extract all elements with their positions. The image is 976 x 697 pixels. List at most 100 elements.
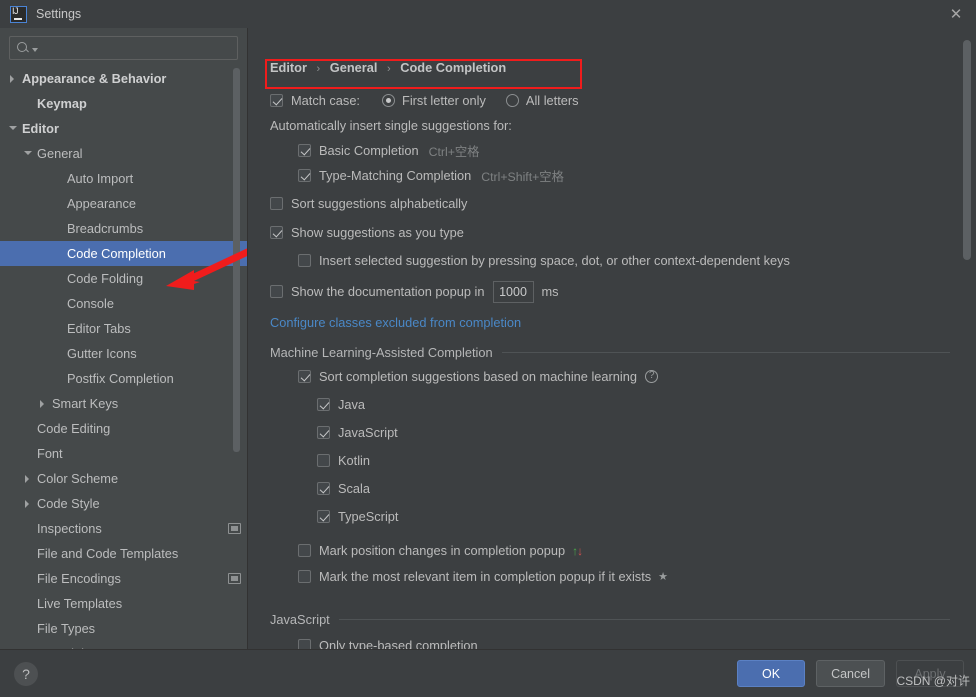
sort-alphabetically-row[interactable]: Sort suggestions alphabetically <box>270 191 950 216</box>
ml-language-checkbox-kotlin[interactable] <box>317 454 330 467</box>
ml-language-row-java[interactable]: Java <box>317 392 950 417</box>
chevron-right-icon[interactable] <box>8 73 19 84</box>
mark-relevant-checkbox[interactable] <box>298 570 311 583</box>
sidebar-item-general[interactable]: General <box>0 141 247 166</box>
doc-popup-checkbox[interactable] <box>270 285 283 298</box>
chevron-right-icon[interactable] <box>23 473 34 484</box>
ml-language-checkbox-java[interactable] <box>317 398 330 411</box>
help-icon[interactable] <box>645 370 658 383</box>
sidebar-item-appearance[interactable]: Appearance <box>0 191 247 216</box>
ml-language-label: Kotlin <box>338 453 371 468</box>
ok-button[interactable]: OK <box>737 660 806 687</box>
sidebar-item-label: File Encodings <box>37 571 121 586</box>
sort-ml-row[interactable]: Sort completion suggestions based on mac… <box>298 364 950 389</box>
sidebar-item-code-style[interactable]: Code Style <box>0 491 247 516</box>
sort-ml-checkbox[interactable] <box>298 370 311 383</box>
first-letter-only-radio-group[interactable]: First letter only <box>382 93 486 108</box>
chevron-down-icon[interactable] <box>23 148 34 159</box>
insert-on-keys-row[interactable]: Insert selected suggestion by pressing s… <box>298 248 950 273</box>
basic-completion-checkbox[interactable] <box>298 144 311 157</box>
only-type-based-checkbox[interactable] <box>298 639 311 649</box>
ml-language-checkbox-javascript[interactable] <box>317 426 330 439</box>
chevron-right-icon[interactable] <box>38 398 49 409</box>
settings-content: Editor › General › Code Completion Match… <box>248 28 976 649</box>
sidebar-item-postfix-completion[interactable]: Postfix Completion <box>0 366 247 391</box>
sidebar-item-editor-tabs[interactable]: Editor Tabs <box>0 316 247 341</box>
sidebar-item-label: Code Completion <box>67 246 166 261</box>
only-type-based-row[interactable]: Only type-based completion <box>298 633 950 649</box>
sidebar-item-code-editing[interactable]: Code Editing <box>0 416 247 441</box>
match-case-checkbox[interactable] <box>270 94 283 107</box>
sidebar-item-live-templates[interactable]: Live Templates <box>0 591 247 616</box>
doc-popup-delay-input[interactable] <box>492 280 534 303</box>
project-scope-icon <box>228 573 241 584</box>
ml-group-title-label: Machine Learning-Assisted Completion <box>270 345 493 360</box>
first-letter-only-label: First letter only <box>402 93 486 108</box>
csdn-watermark: CSDN @对许 <box>896 674 970 688</box>
sidebar-item-label: File Types <box>37 621 96 636</box>
show-as-you-type-checkbox[interactable] <box>270 226 283 239</box>
sidebar-item-label: Appearance & Behavior <box>22 71 167 86</box>
all-letters-radio[interactable] <box>505 94 519 107</box>
sidebar-item-color-scheme[interactable]: Color Scheme <box>0 466 247 491</box>
ml-language-row-kotlin[interactable]: Kotlin <box>317 448 950 473</box>
doc-popup-row[interactable]: Show the documentation popup in ms <box>270 279 950 304</box>
search-input[interactable] <box>38 41 231 55</box>
ml-language-row-scala[interactable]: Scala <box>317 476 950 501</box>
sidebar-item-inspections[interactable]: Inspections <box>0 516 247 541</box>
sidebar-item-appearance-behavior[interactable]: Appearance & Behavior <box>0 66 247 91</box>
basic-completion-row[interactable]: Basic Completion Ctrl+空格 <box>298 138 950 163</box>
sidebar-item-copyright[interactable]: Copyright <box>0 641 247 649</box>
search-box[interactable] <box>9 36 238 60</box>
sidebar-item-smart-keys[interactable]: Smart Keys <box>0 391 247 416</box>
sidebar-item-code-folding[interactable]: Code Folding <box>0 266 247 291</box>
sidebar-item-label: Postfix Completion <box>67 371 174 386</box>
breadcrumb-code-completion: Code Completion <box>400 60 507 75</box>
basic-completion-shortcut: Ctrl+空格 <box>428 144 480 159</box>
sidebar-item-font[interactable]: Font <box>0 441 247 466</box>
sidebar-item-file-and-code-templates[interactable]: File and Code Templates <box>0 541 247 566</box>
sidebar-item-file-types[interactable]: File Types <box>0 616 247 641</box>
show-as-you-type-row[interactable]: Show suggestions as you type <box>270 220 950 245</box>
first-letter-only-radio[interactable] <box>382 94 395 107</box>
sidebar-item-gutter-icons[interactable]: Gutter Icons <box>0 341 247 366</box>
sidebar-item-editor[interactable]: Editor <box>0 116 247 141</box>
sidebar-item-console[interactable]: Console <box>0 291 247 316</box>
js-group-divider <box>338 619 950 620</box>
breadcrumb-general[interactable]: General <box>330 60 378 75</box>
mark-relevant-row[interactable]: Mark the most relevant item in completio… <box>298 564 950 589</box>
sidebar-item-label: Code Style <box>37 496 100 511</box>
cancel-button[interactable]: Cancel <box>816 660 885 687</box>
search-icon <box>16 41 30 55</box>
breadcrumb-editor[interactable]: Editor <box>270 60 307 75</box>
sidebar-item-label: Appearance <box>67 196 137 211</box>
mark-position-row[interactable]: Mark position changes in completion popu… <box>298 538 950 563</box>
sort-alphabetically-checkbox[interactable] <box>270 197 283 210</box>
sidebar-item-breadcrumbs[interactable]: Breadcrumbs <box>0 216 247 241</box>
sidebar-item-label: Color Scheme <box>37 471 119 486</box>
insert-on-keys-checkbox[interactable] <box>298 254 311 267</box>
chevron-right-icon[interactable] <box>23 498 34 509</box>
close-icon[interactable]: ✕ <box>946 4 966 24</box>
all-letters-radio-group[interactable]: All letters <box>505 93 579 108</box>
ml-language-checkbox-typescript[interactable] <box>317 510 330 523</box>
sidebar-item-keymap[interactable]: Keymap <box>0 91 247 116</box>
star-icon: ★ <box>658 571 669 583</box>
ml-language-checkbox-scala[interactable] <box>317 482 330 495</box>
main-scrollbar[interactable] <box>963 40 971 260</box>
configure-excluded-classes-link[interactable]: Configure classes excluded from completi… <box>270 315 521 330</box>
sidebar-item-auto-import[interactable]: Auto Import <box>0 166 247 191</box>
help-button[interactable]: ? <box>14 661 38 686</box>
mark-position-checkbox[interactable] <box>298 544 311 557</box>
type-matching-completion-checkbox[interactable] <box>298 169 311 182</box>
ml-language-row-typescript[interactable]: TypeScript <box>317 504 950 529</box>
basic-completion-label: Basic Completion <box>319 143 419 158</box>
ml-language-row-javascript[interactable]: JavaScript <box>317 420 950 445</box>
sidebar-item-code-completion[interactable]: Code Completion <box>0 241 247 266</box>
type-matching-completion-row[interactable]: Type-Matching Completion Ctrl+Shift+空格 <box>298 163 950 188</box>
sidebar-scrollbar[interactable] <box>233 68 240 452</box>
sidebar-item-label: Keymap <box>37 96 87 111</box>
sidebar-item-file-encodings[interactable]: File Encodings <box>0 566 247 591</box>
title-bar: Settings ✕ <box>0 0 976 28</box>
chevron-down-icon[interactable] <box>8 123 19 134</box>
